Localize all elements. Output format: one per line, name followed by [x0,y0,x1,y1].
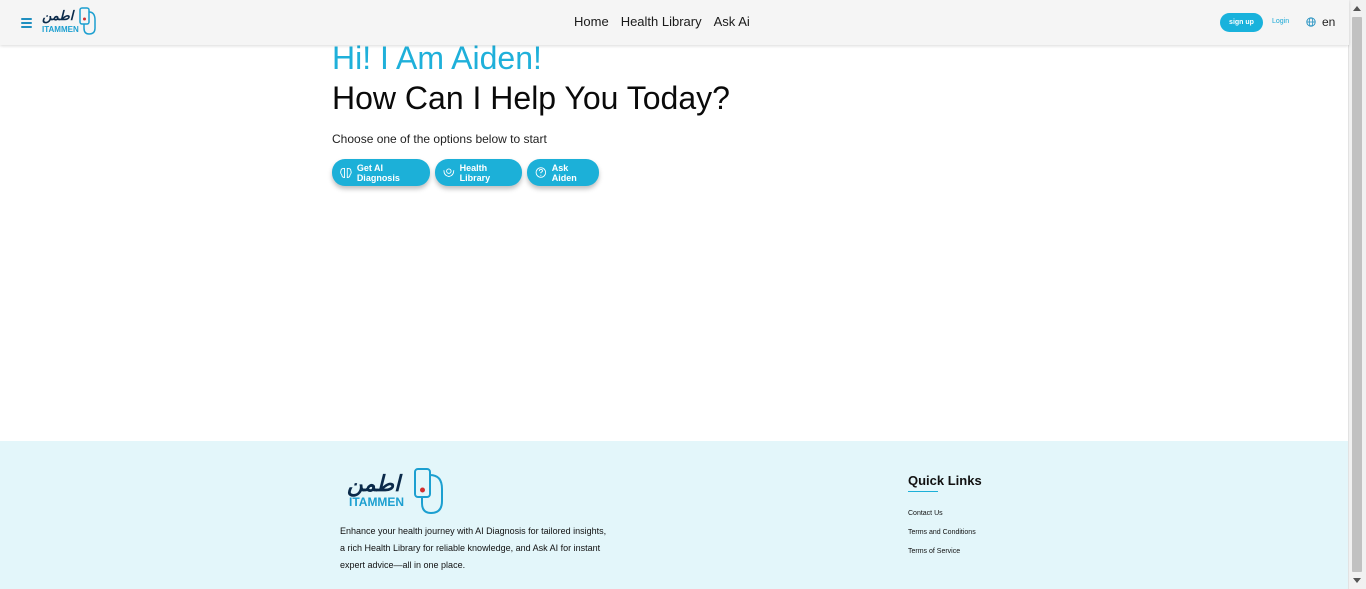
footer: اطمن ITAMMEN Enhance your health journey… [0,441,1349,589]
footer-description: Enhance your health journey with AI Diag… [340,526,607,570]
option-buttons: Get AI Diagnosis Health Library Ask Aide… [332,159,604,186]
nav-health-library[interactable]: Health Library [621,14,702,29]
hero-title: How Can I Help You Today? [332,80,730,116]
hero-greeting: Hi! I Am Aiden! [332,40,542,76]
terms-and-conditions-link[interactable]: Terms and Conditions [908,529,976,536]
hero-subtitle: Choose one of the options below to start [332,132,547,146]
quick-links-underline [908,491,938,492]
nav-ask-ai[interactable]: Ask Ai [714,14,750,29]
brain-icon [340,167,352,178]
stethoscope-phone-icon [79,7,96,35]
nav-home[interactable]: Home [574,14,609,29]
library-icon [443,168,455,177]
get-ai-diagnosis-button[interactable]: Get AI Diagnosis [332,159,430,186]
terms-of-service-link[interactable]: Terms of Service [908,548,960,555]
scrollbar-thumb[interactable] [1352,17,1362,572]
stethoscope-phone-icon [414,468,443,515]
health-library-button[interactable]: Health Library [435,159,522,186]
main-nav: Home Health Library Ask Ai [574,14,762,29]
footer-logo[interactable]: اطمن ITAMMEN [347,465,447,517]
signup-button[interactable]: sign up [1220,13,1263,32]
scroll-up-arrow-icon[interactable] [1353,6,1361,11]
quick-links-title: Quick Links [908,473,982,488]
vertical-scrollbar[interactable] [1348,0,1366,589]
login-link[interactable]: Login [1272,18,1289,25]
itammen-logo[interactable]: اطمن ITAMMEN [42,6,98,40]
top-header: اطمن ITAMMEN Home Health Library Ask Ai … [0,0,1349,45]
question-icon [535,167,547,178]
ask-aiden-button[interactable]: Ask Aiden [527,159,599,186]
globe-icon[interactable] [1306,17,1316,27]
scroll-down-arrow-icon[interactable] [1353,578,1361,583]
hamburger-menu-icon[interactable] [21,18,32,28]
language-selector[interactable]: en [1322,15,1335,29]
contact-us-link[interactable]: Contact Us [908,510,943,517]
